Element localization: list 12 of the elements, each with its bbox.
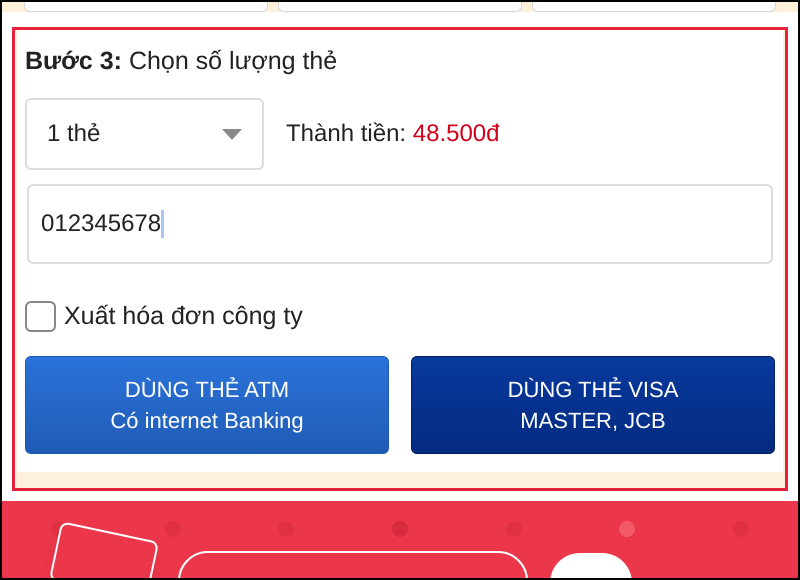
invoice-checkbox[interactable]: [25, 301, 56, 332]
option-card[interactable]: [532, 2, 776, 12]
invoice-label: Xuất hóa đơn công ty: [64, 301, 303, 332]
option-card[interactable]: [24, 2, 268, 12]
step-heading: Bước 3: Chọn số lượng thẻ: [25, 46, 338, 77]
phone-input-field[interactable]: 012345678: [27, 184, 773, 264]
total-price: Thành tiền: 48.500đ: [286, 119, 500, 149]
dropdown-caret-icon: [222, 128, 242, 140]
visa-card-button[interactable]: DÙNG THẺ VISA MASTER, JCB: [411, 356, 775, 454]
option-card[interactable]: [278, 2, 522, 12]
quantity-select[interactable]: 1 thẻ: [25, 98, 264, 170]
atm-card-button[interactable]: DÙNG THẺ ATM Có internet Banking: [25, 356, 389, 454]
